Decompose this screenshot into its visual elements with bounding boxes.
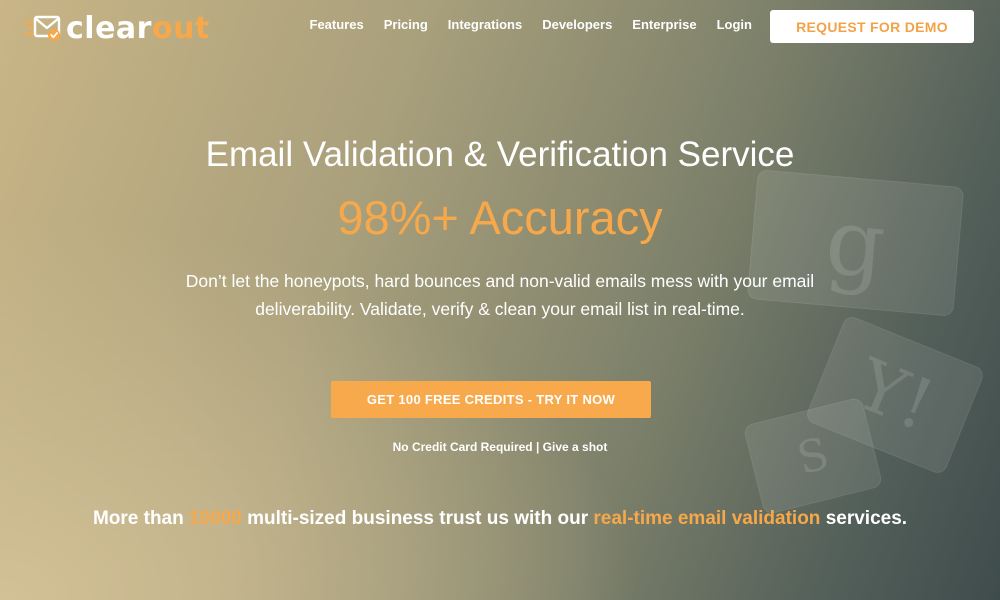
request-demo-button[interactable]: REQUEST FOR DEMO: [770, 10, 974, 43]
free-credits-button[interactable]: GET 100 FREE CREDITS - TRY IT NOW: [331, 381, 651, 418]
no-credit-card-note: No Credit Card Required | Give a shot: [392, 440, 608, 454]
main-nav: Features Pricing Integrations Developers…: [310, 17, 752, 32]
envelope-logo-icon: [24, 15, 61, 41]
hero-title: Email Validation & Verification Service: [205, 135, 795, 174]
skype-glyph: S: [792, 427, 834, 485]
hero-accuracy: 98%+ Accuracy: [337, 191, 663, 244]
nav-login-link[interactable]: Login: [717, 17, 752, 32]
trust-statement: More than 10000 multi-sized business tru…: [0, 508, 1000, 530]
trust-text-1: More than: [92, 508, 189, 529]
nav-features-link[interactable]: Features: [310, 17, 364, 32]
brand-name: clearout: [66, 11, 210, 46]
trust-text-3: services.: [820, 508, 908, 529]
nav-integrations-link[interactable]: Integrations: [448, 17, 522, 32]
hero-description-line-1: Don’t let the honeypots, hard bounces an…: [185, 271, 815, 291]
hero-description: Don’t let the honeypots, hard bounces an…: [140, 267, 860, 323]
nav-pricing-link[interactable]: Pricing: [384, 17, 428, 32]
brand-name-clear: clear: [66, 10, 152, 46]
nav-enterprise-link[interactable]: Enterprise: [632, 17, 696, 32]
hero-description-line-2: deliverability. Validate, verify & clean…: [255, 299, 745, 319]
nav-developers-link[interactable]: Developers: [542, 17, 612, 32]
brand-logo[interactable]: clearout: [24, 10, 210, 46]
brand-name-out: out: [151, 10, 210, 46]
trust-highlight: real-time email validation: [593, 508, 821, 529]
trust-count: 10000: [189, 508, 242, 529]
skype-icon: S: [742, 396, 884, 516]
trust-text-2: multi-sized business trust us with our: [241, 508, 594, 529]
